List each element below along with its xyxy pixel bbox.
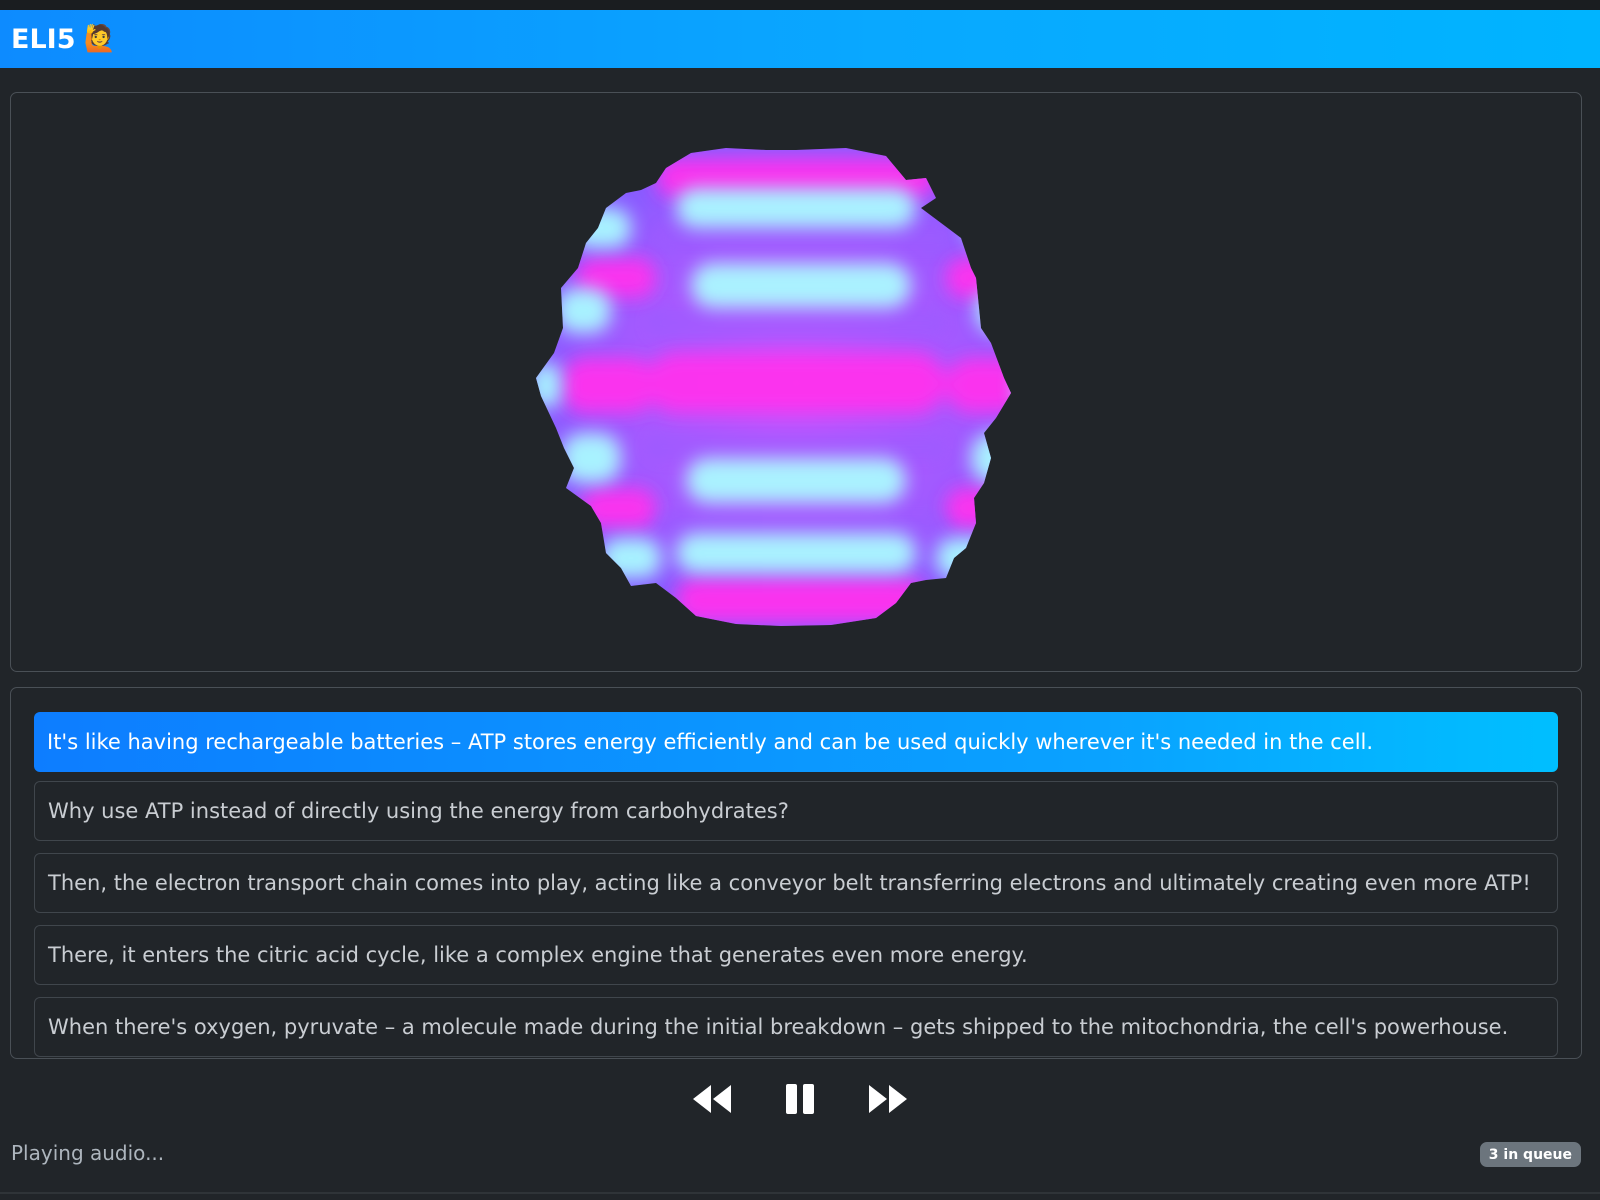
pause-button[interactable]: [776, 1075, 824, 1123]
visualizer-orb: [526, 128, 1066, 638]
transcript-item-text: Then, the electron transport chain comes…: [48, 871, 1531, 895]
playback-status-text: Playing audio...: [11, 1141, 165, 1165]
raising-hand-emoji: 🙋: [83, 24, 116, 54]
fast-forward-button[interactable]: [864, 1075, 912, 1123]
transcript-item-active[interactable]: It's like having rechargeable batteries …: [34, 712, 1558, 772]
transcript-list[interactable]: It's like having rechargeable batteries …: [10, 687, 1582, 1059]
transcript-item-text: When there's oxygen, pyruvate – a molecu…: [48, 1015, 1509, 1039]
playback-controls: [0, 1072, 1600, 1126]
orb-graphic: [536, 148, 1011, 626]
audio-visualizer-panel: [10, 92, 1582, 672]
fast-forward-icon: [869, 1085, 907, 1113]
app-header: ELI5 🙋: [0, 10, 1600, 68]
transcript-item[interactable]: There, it enters the citric acid cycle, …: [34, 925, 1558, 985]
footer-divider: [0, 1192, 1600, 1194]
transcript-item[interactable]: Why use ATP instead of directly using th…: [34, 781, 1558, 841]
queue-count-badge: 3 in queue: [1479, 1142, 1581, 1167]
transcript-item[interactable]: Then, the electron transport chain comes…: [34, 853, 1558, 913]
transcript-item-text: It's like having rechargeable batteries …: [47, 730, 1374, 754]
transcript-item[interactable]: When there's oxygen, pyruvate – a molecu…: [34, 997, 1558, 1057]
window-top-strip: [0, 0, 1600, 10]
rewind-button[interactable]: [688, 1075, 736, 1123]
pause-icon: [786, 1084, 814, 1114]
transcript-item-text: There, it enters the citric acid cycle, …: [48, 943, 1028, 967]
transcript-item-text: Why use ATP instead of directly using th…: [48, 799, 789, 823]
rewind-icon: [693, 1085, 731, 1113]
app-title: ELI5: [11, 23, 76, 55]
